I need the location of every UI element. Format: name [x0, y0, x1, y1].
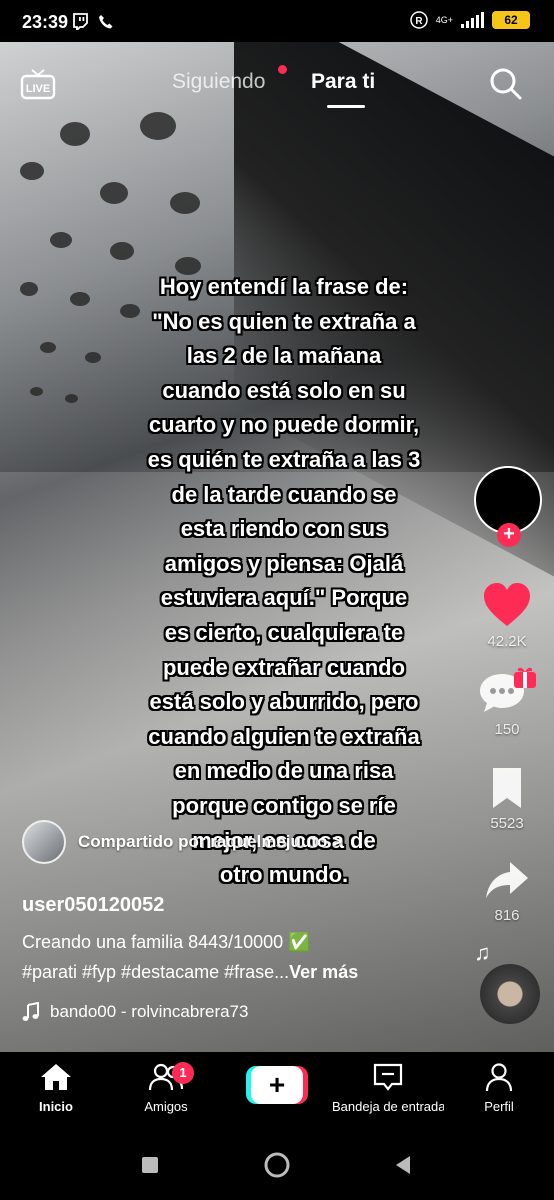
- status-time: 23:39: [22, 12, 69, 32]
- svg-text:LIVE: LIVE: [26, 83, 50, 95]
- save-button[interactable]: 5523: [472, 766, 542, 832]
- twitch-icon: [73, 13, 88, 30]
- inbox-icon: [373, 1063, 403, 1091]
- share-icon: [486, 862, 528, 898]
- floating-music-note-icon: ♫: [474, 940, 491, 965]
- battery-icon: 62: [492, 11, 530, 29]
- status-bar: 23:39 R 4G+ 62: [0, 0, 554, 42]
- post-hashtags[interactable]: #parati #fyp #destacame #frase...Ver más: [22, 962, 462, 983]
- heart-icon: [484, 583, 530, 626]
- plus-icon: +: [251, 1066, 303, 1104]
- shared-by-row[interactable]: Compartido por raquelmejuuto >: [22, 820, 342, 864]
- follow-button[interactable]: +: [497, 523, 521, 547]
- friends-badge: 1: [172, 1062, 194, 1084]
- status-right: R 4G+ 62: [409, 11, 530, 29]
- nav-inbox-label: Bandeja de entrada: [332, 1099, 444, 1114]
- like-count: 42.2K: [487, 633, 527, 650]
- create-button[interactable]: +: [246, 1066, 308, 1104]
- live-button[interactable]: LIVE: [20, 68, 56, 100]
- post-caption: Creando una familia 8443/10000 ✅: [22, 932, 311, 952]
- live-icon: LIVE: [20, 69, 56, 100]
- nav-home-label: Inicio: [39, 1099, 73, 1114]
- nav-home[interactable]: Inicio: [28, 1062, 84, 1114]
- svg-text:R: R: [415, 16, 423, 27]
- notification-dot: [278, 65, 287, 74]
- creator-username[interactable]: user050120052: [22, 894, 164, 917]
- home-button-icon[interactable]: [263, 1151, 291, 1179]
- profile-icon: [485, 1063, 513, 1092]
- share-button[interactable]: 816: [472, 858, 542, 924]
- phone-icon: [99, 14, 113, 28]
- android-nav-bar: [0, 1130, 554, 1200]
- back-icon[interactable]: [394, 1155, 412, 1175]
- gift-icon: [514, 667, 536, 688]
- like-button[interactable]: 42.2K: [472, 582, 542, 650]
- music-title: bando00 - rolvincabrera73: [50, 1002, 249, 1021]
- registered-icon: R: [409, 11, 428, 29]
- see-more-link[interactable]: Ver más: [289, 962, 358, 982]
- recent-apps-icon[interactable]: [141, 1156, 159, 1174]
- bookmark-icon: [493, 768, 521, 808]
- shared-by-text: Compartido por raquelmejuuto >: [78, 832, 343, 851]
- top-nav: LIVE Siguiendo Para ti: [0, 60, 554, 110]
- music-note-icon: [22, 1002, 39, 1021]
- home-icon: [41, 1064, 71, 1090]
- tab-for-you[interactable]: Para ti: [311, 70, 375, 94]
- music-row[interactable]: bando00 - rolvincabrera73: [22, 1002, 248, 1022]
- status-left-icons: [72, 13, 114, 30]
- nav-profile-label: Perfil: [484, 1099, 514, 1114]
- music-disc[interactable]: [480, 964, 540, 1024]
- video-overlay-text: Hoy entendí la frase de: "No es quien te…: [147, 274, 421, 888]
- sharer-avatar: [22, 820, 66, 864]
- tab-following[interactable]: Siguiendo: [172, 70, 265, 94]
- signal-icon: [461, 12, 484, 28]
- search-icon[interactable]: [488, 66, 524, 102]
- nav-friends[interactable]: 1 Amigos: [136, 1062, 196, 1114]
- save-count: 5523: [490, 815, 524, 832]
- bottom-nav: Inicio 1 Amigos + Bandeja de entrada Per…: [0, 1052, 554, 1130]
- network-type: 4G+: [435, 14, 453, 25]
- chevron-right-icon: >: [332, 832, 343, 851]
- nav-profile[interactable]: Perfil: [472, 1062, 526, 1114]
- active-tab-indicator: [327, 105, 365, 108]
- comment-count: 150: [494, 721, 520, 738]
- comment-button[interactable]: 150: [472, 667, 542, 738]
- share-count: 816: [494, 907, 520, 924]
- nav-inbox[interactable]: Bandeja de entrada: [332, 1062, 444, 1114]
- nav-friends-label: Amigos: [144, 1099, 188, 1114]
